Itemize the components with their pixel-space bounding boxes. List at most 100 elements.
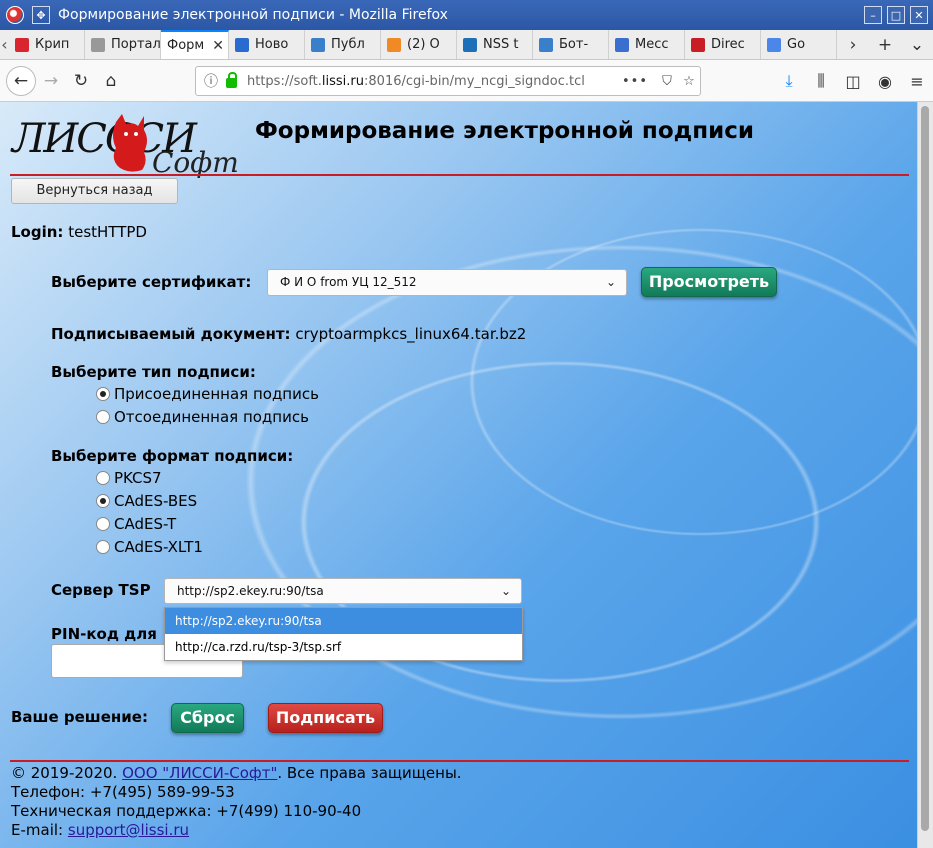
back-button-icon[interactable]: ← xyxy=(6,65,36,96)
login-row: Login: testHTTPD xyxy=(11,223,147,241)
chevron-down-icon: ⌄ xyxy=(605,275,616,289)
radio-button[interactable] xyxy=(96,387,110,401)
reload-icon[interactable]: ↻ xyxy=(66,66,96,96)
tsp-dropdown-list: http://sp2.ekey.ru:90/tsa http://ca.rzd.r… xyxy=(164,607,523,661)
support-email-link[interactable]: support@lissi.ru xyxy=(68,821,189,839)
reset-button[interactable]: Сброс xyxy=(171,703,244,733)
tab-favicon-icon xyxy=(311,37,325,52)
list-all-tabs-icon[interactable]: ⌄ xyxy=(901,35,933,55)
radio-option[interactable]: Присоединенная подпись xyxy=(96,385,319,403)
radio-button[interactable] xyxy=(96,410,110,424)
tsp-option[interactable]: http://sp2.ekey.ru:90/tsa xyxy=(165,608,522,634)
tab-label: NSS t xyxy=(483,37,519,52)
tab-favicon-icon xyxy=(91,37,105,52)
firefox-logo-icon xyxy=(6,6,24,24)
tsp-label: Сервер TSP xyxy=(51,581,151,599)
tab-favicon-icon xyxy=(235,37,249,52)
tab-favicon-icon xyxy=(539,37,553,52)
scroll-tabs-right-icon[interactable]: › xyxy=(837,35,869,55)
document-row: Подписываемый документ: cryptoarmpkcs_li… xyxy=(51,325,527,343)
tab-label: Direc xyxy=(711,37,745,52)
tab-label: Месс xyxy=(635,37,669,52)
close-window-button[interactable]: ✕ xyxy=(910,6,928,24)
tab-label: Go xyxy=(787,37,806,52)
pocket-icon[interactable]: ⛉ xyxy=(656,74,678,89)
footer-divider xyxy=(10,760,909,762)
browser-tab[interactable]: Публ xyxy=(305,30,381,59)
radio-button[interactable] xyxy=(96,494,110,508)
signature-format-label: Выберите формат подписи: xyxy=(51,447,294,465)
back-to-previous-button[interactable]: Вернуться назад xyxy=(11,178,178,204)
tab-favicon-icon xyxy=(691,37,705,52)
close-tab-icon[interactable]: ✕ xyxy=(212,38,224,54)
radio-label: CAdES-T xyxy=(114,515,177,533)
lock-icon xyxy=(226,72,237,88)
certificate-select[interactable]: Ф И О from УЦ 12_512 ⌄ xyxy=(267,269,627,296)
radio-option[interactable]: Отсоединенная подпись xyxy=(96,408,309,426)
footer-phone: Телефон: +7(495) 589-99-53 xyxy=(11,783,235,801)
tab-label: Ново xyxy=(255,37,289,52)
tab-favicon-icon xyxy=(615,37,629,52)
url-bar[interactable]: ⓘ https://soft.lissi.ru:8016/cgi-bin/my_… xyxy=(195,66,701,96)
radio-label: CAdES-BES xyxy=(114,492,198,510)
radio-label: CAdES-XLT1 xyxy=(114,538,203,556)
scrollbar-thumb[interactable] xyxy=(921,106,929,831)
footer-support-phone: Техническая поддержка: +7(499) 110-90-40 xyxy=(11,802,362,820)
sidebar-icon[interactable]: ◫ xyxy=(837,66,869,96)
radio-label: Присоединенная подпись xyxy=(114,385,319,403)
browser-tab[interactable]: Форм ✕ xyxy=(161,30,229,59)
tab-favicon-icon xyxy=(767,37,781,52)
browser-tab[interactable]: Go xyxy=(761,30,837,59)
browser-tab[interactable]: (2) О xyxy=(381,30,457,59)
radio-option[interactable]: CAdES-BES xyxy=(96,492,197,510)
maximize-button[interactable]: □ xyxy=(887,6,905,24)
document-name: cryptoarmpkcs_linux64.tar.bz2 xyxy=(295,325,527,343)
decision-label: Ваше решение: xyxy=(11,708,148,726)
signature-type-label: Выберите тип подписи: xyxy=(51,363,256,381)
scroll-tabs-left-icon[interactable]: ‹ xyxy=(0,30,9,59)
downloads-icon[interactable]: ⤓ xyxy=(773,66,805,96)
radio-option[interactable]: CAdES-XLT1 xyxy=(96,538,203,556)
radio-button[interactable] xyxy=(96,517,110,531)
browser-tab[interactable]: Ново xyxy=(229,30,305,59)
radio-option[interactable]: PKCS7 xyxy=(96,469,162,487)
company-link[interactable]: ООО "ЛИССИ-Софт" xyxy=(122,764,277,782)
menu-hamburger-icon[interactable]: ≡ xyxy=(901,66,933,96)
browser-tab[interactable]: Крип xyxy=(9,30,85,59)
minimize-button[interactable]: – xyxy=(864,6,882,24)
sign-button[interactable]: Подписать xyxy=(268,703,383,733)
window-titlebar: ✥ Формирование электронной подписи - Moz… xyxy=(0,0,933,30)
home-icon[interactable]: ⌂ xyxy=(96,66,126,96)
radio-option[interactable]: CAdES-T xyxy=(96,515,176,533)
radio-button[interactable] xyxy=(96,540,110,554)
tab-label: (2) О xyxy=(407,37,440,52)
tab-favicon-icon xyxy=(387,37,401,52)
account-icon[interactable]: ◉ xyxy=(869,66,901,96)
new-tab-icon[interactable]: + xyxy=(869,35,901,55)
view-certificate-button[interactable]: Просмотреть xyxy=(641,267,777,297)
page-actions-icon[interactable]: ••• xyxy=(622,74,648,89)
browser-tab[interactable]: Портал xyxy=(85,30,161,59)
tab-label: Портал xyxy=(111,37,161,52)
cert-label: Выберите сертификат: xyxy=(51,273,252,291)
navigation-bar: ← → ↻ ⌂ ⓘ https://soft.lissi.ru:8016/cgi… xyxy=(0,60,933,102)
window-menu-icon[interactable]: ✥ xyxy=(32,6,50,24)
footer-email: E-mail: support@lissi.ru xyxy=(11,821,190,839)
forward-button-icon[interactable]: → xyxy=(36,66,66,96)
pin-label: PIN-код для xyxy=(51,625,157,643)
radio-button[interactable] xyxy=(96,471,110,485)
url-text[interactable]: https://soft.lissi.ru:8016/cgi-bin/my_nc… xyxy=(247,74,585,89)
radio-label: Отсоединенная подпись xyxy=(114,408,309,426)
header-divider xyxy=(10,174,909,176)
browser-tab[interactable]: Direc xyxy=(685,30,761,59)
bookmark-star-icon[interactable]: ☆ xyxy=(678,74,700,89)
page-scrollbar[interactable] xyxy=(917,102,933,848)
tsp-option[interactable]: http://ca.rzd.ru/tsp-3/tsp.srf xyxy=(165,634,522,660)
tsp-server-select[interactable]: http://sp2.ekey.ru:90/tsa ⌄ xyxy=(164,578,522,604)
library-icon[interactable]: ⫼ xyxy=(805,66,837,96)
chevron-down-icon: ⌄ xyxy=(500,584,511,598)
browser-tab[interactable]: NSS t xyxy=(457,30,533,59)
browser-tab[interactable]: Бот- xyxy=(533,30,609,59)
browser-tab[interactable]: Месс xyxy=(609,30,685,59)
site-info-icon[interactable]: ⓘ xyxy=(204,71,218,91)
